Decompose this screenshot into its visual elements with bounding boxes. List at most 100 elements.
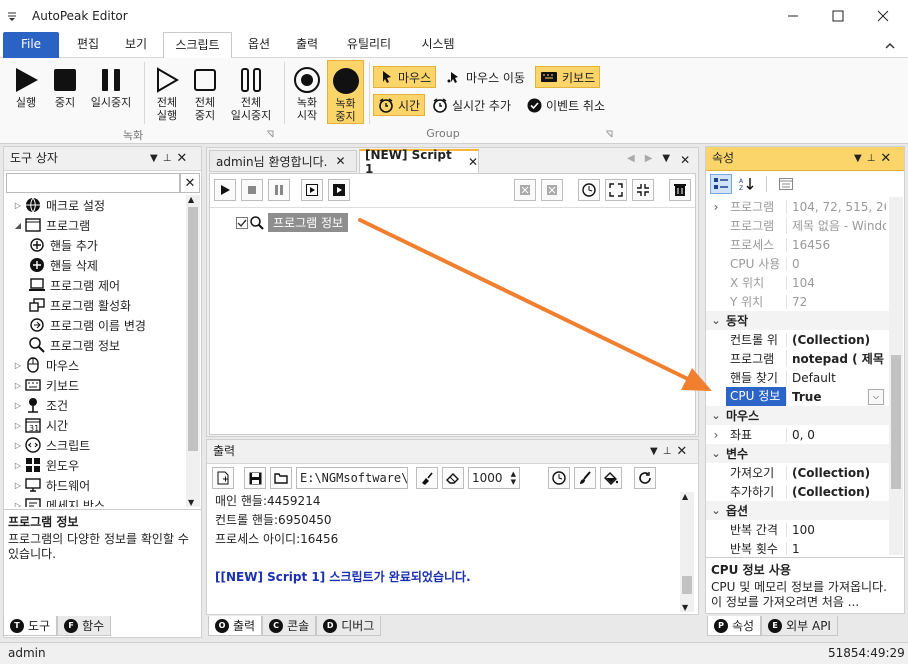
tree-item[interactable]: ▷ 31 시간: [4, 415, 184, 435]
script-node[interactable]: 프로그램 정보: [236, 213, 349, 232]
menu-options[interactable]: 옵션: [236, 32, 282, 58]
property-value[interactable]: (Collection): [786, 465, 886, 480]
tree-item[interactable]: ▷ 하드웨어: [4, 475, 184, 495]
expand-toggle-icon[interactable]: ▷: [12, 441, 24, 450]
app-menu-icon[interactable]: [6, 10, 18, 22]
dropdown-arrow-icon[interactable]: ⌵: [868, 388, 884, 405]
tab-functions[interactable]: F 함수: [57, 616, 112, 636]
property-value[interactable]: notepad ( 제목 없: [786, 350, 886, 367]
clock-icon[interactable]: [548, 467, 570, 489]
tab-external-api[interactable]: E 외부 API: [761, 616, 838, 636]
property-row[interactable]: › 좌표 0, 0: [706, 425, 889, 444]
tree-item[interactable]: 프로그램 정보: [4, 335, 184, 355]
open-folder-icon[interactable]: [270, 467, 292, 489]
property-value[interactable]: 104: [786, 275, 886, 290]
property-value[interactable]: 0: [786, 256, 886, 271]
realtime-add-button[interactable]: 실시간 추가: [428, 94, 515, 116]
property-row[interactable]: CPU 사용 0: [706, 254, 889, 273]
doc-list-icon[interactable]: ▼: [662, 153, 670, 167]
pin-icon[interactable]: ⊥: [867, 153, 876, 164]
chevron-down-icon[interactable]: ⌄: [706, 447, 726, 460]
close-doc-icon[interactable]: ✕: [680, 153, 690, 167]
eraser-icon[interactable]: [442, 467, 464, 489]
expand-toggle-icon[interactable]: ▷: [12, 421, 24, 430]
tree-item[interactable]: ▷ 키보드: [4, 375, 184, 395]
expand-toggle-icon[interactable]: ◢: [12, 221, 24, 230]
chevron-down-icon[interactable]: ⌄: [706, 314, 726, 327]
property-value[interactable]: 제목 없음 - Windo: [786, 217, 886, 234]
property-value[interactable]: 104, 72, 515, 268: [786, 199, 886, 214]
log-path-input[interactable]: E:\NGMsoftware\NG: [296, 467, 408, 489]
collapse-ribbon-icon[interactable]: [884, 40, 896, 50]
record-stop-button[interactable]: 녹화 중지: [327, 60, 364, 124]
event-cancel-button[interactable]: 이벤트 취소: [523, 94, 609, 116]
tab-properties[interactable]: P 속성: [707, 616, 762, 636]
menu-view[interactable]: 보기: [112, 32, 160, 58]
tree-item[interactable]: 프로그램 제어: [4, 275, 184, 295]
mouse-move-toggle[interactable]: 마우스 이동: [442, 66, 529, 88]
pause-button[interactable]: 일시중지: [86, 64, 136, 109]
property-row[interactable]: 프로그램 제목 없음 - Windo: [706, 216, 889, 235]
run-all-button[interactable]: 전체 실행: [150, 64, 184, 122]
property-row[interactable]: 추가하기 (Collection): [706, 482, 889, 501]
stop-all-button[interactable]: 전체 중지: [188, 64, 222, 122]
toolbox-search-input[interactable]: [6, 173, 180, 193]
clear-search-icon[interactable]: ✕: [180, 173, 200, 193]
tree-item[interactable]: ◢ 프로그램: [4, 215, 184, 235]
close-button[interactable]: [860, 0, 906, 32]
toolbox-scrollbar[interactable]: ▲ ▼: [186, 195, 200, 507]
tree-item[interactable]: ▷ 스크립트: [4, 435, 184, 455]
close-icon[interactable]: ✕: [676, 444, 687, 459]
close-icon[interactable]: ✕: [880, 151, 891, 166]
line-count-stepper[interactable]: 1000 ▲ ▼: [468, 467, 520, 489]
dialog-launcher-icon[interactable]: [605, 130, 613, 138]
step-over-button[interactable]: [328, 179, 350, 201]
save-icon[interactable]: [244, 467, 266, 489]
property-value[interactable]: 0, 0: [786, 427, 886, 442]
expand-toggle-icon[interactable]: ▷: [12, 481, 24, 490]
close-tab-icon[interactable]: ✕: [468, 155, 478, 169]
tab-tools[interactable]: T 도구: [3, 616, 58, 636]
tree-item[interactable]: 핸들 삭제: [4, 255, 184, 275]
keyboard-record-toggle[interactable]: 키보드: [535, 66, 601, 88]
tree-item[interactable]: ▷ 매크로 설정: [4, 195, 184, 215]
mouse-record-toggle[interactable]: 마우스: [373, 66, 437, 88]
property-row[interactable]: 반복 횟수 1: [706, 539, 889, 555]
tab-script-1[interactable]: [NEW] Script 1 ✕: [359, 148, 479, 176]
menu-output[interactable]: 출력: [284, 32, 330, 58]
expand-toggle-icon[interactable]: ▷: [12, 361, 24, 370]
property-value[interactable]: 72: [786, 294, 886, 309]
tree-item[interactable]: 프로그램 이름 변경: [4, 315, 184, 335]
property-category[interactable]: ⌄ 옵션: [706, 501, 889, 520]
categorized-icon[interactable]: [710, 174, 732, 194]
trash-icon[interactable]: [669, 179, 691, 201]
tab-debug[interactable]: D 디버그: [316, 616, 382, 636]
checkbox-icon[interactable]: [236, 216, 248, 229]
chevron-down-icon[interactable]: ⌄: [706, 409, 726, 422]
property-pages-icon[interactable]: [775, 174, 797, 194]
refresh-icon[interactable]: [634, 467, 656, 489]
dropdown-icon[interactable]: ▼: [854, 153, 862, 164]
step-button[interactable]: [301, 179, 323, 201]
menu-system[interactable]: 시스템: [408, 32, 468, 58]
property-category[interactable]: ⌄ 마우스: [706, 406, 889, 425]
tree-item[interactable]: 프로그램 활성화: [4, 295, 184, 315]
tab-output[interactable]: O 출력: [208, 616, 263, 636]
tab-console[interactable]: C 콘솔: [262, 616, 317, 636]
clean-icon[interactable]: [416, 467, 438, 489]
stepper-arrows-icon[interactable]: ▲ ▼: [511, 470, 516, 486]
pause-all-button[interactable]: 전체 일시중지: [226, 64, 276, 122]
property-row[interactable]: Y 위치 72: [706, 292, 889, 311]
property-row[interactable]: 프로세스 16456: [706, 235, 889, 254]
expand-toggle-icon[interactable]: ▷: [12, 381, 24, 390]
sort-az-icon[interactable]: AZ: [736, 174, 758, 194]
run-script-button[interactable]: [214, 179, 236, 201]
time-record-toggle[interactable]: 시간: [373, 94, 426, 116]
property-row[interactable]: 가져오기 (Collection): [706, 463, 889, 482]
menu-script[interactable]: 스크립트: [163, 32, 232, 59]
scroll-left-icon[interactable]: ◀: [627, 153, 635, 167]
scroll-right-icon[interactable]: ▶: [645, 153, 653, 167]
dropdown-icon[interactable]: ▼: [150, 153, 158, 164]
pause-script-button[interactable]: [268, 179, 290, 201]
minimize-button[interactable]: [770, 0, 816, 32]
